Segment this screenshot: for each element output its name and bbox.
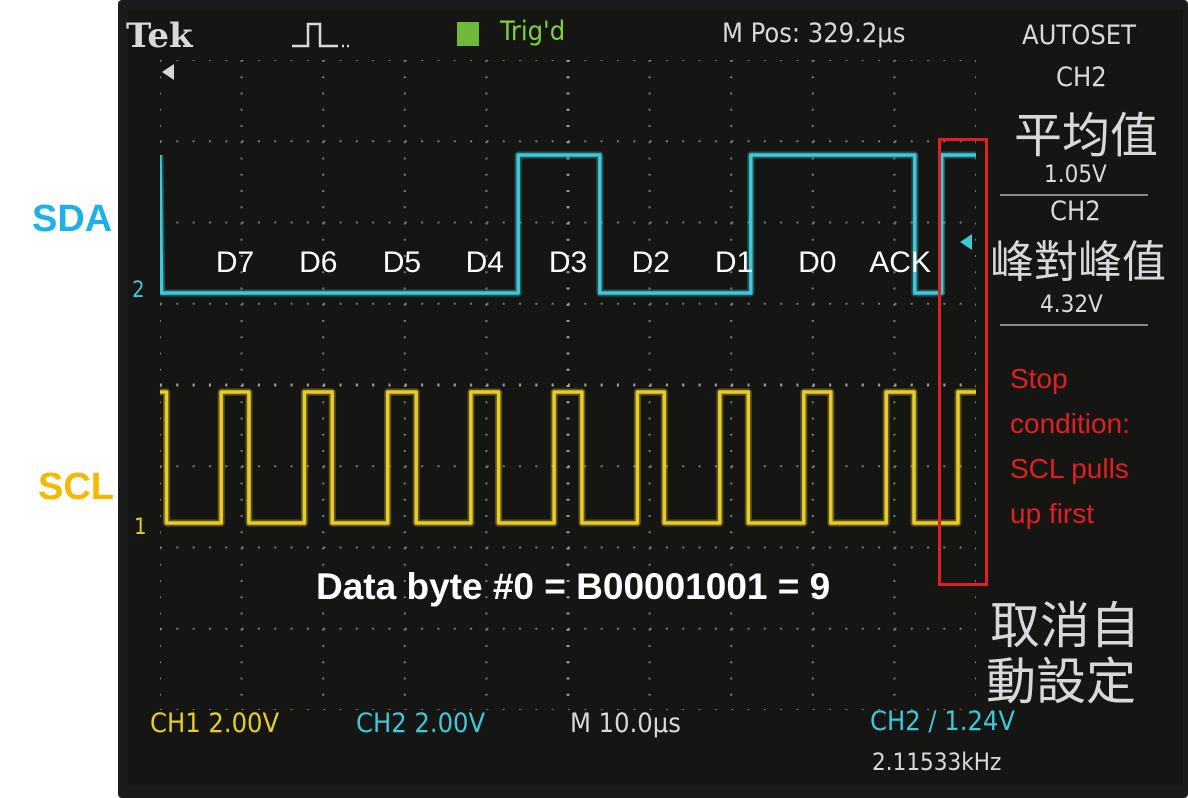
bit-labels: D7 D6 D5 D4 D3 D2 D1 D0 ACK (216, 246, 931, 279)
run-pulse-icon (292, 22, 349, 48)
trigger-icon (457, 22, 479, 46)
bit-label-d3: D3 (549, 246, 587, 279)
trigger-frequency: 2.11533kHz (872, 748, 1002, 776)
cancel-autoset-button-line-2[interactable]: 動設定 (986, 642, 1136, 714)
ch1-scale: CH1 2.00V (150, 708, 280, 739)
byte-summary-label: Data byte #0 = B00001001 = 9 (316, 566, 831, 607)
ch1-ground-marker: 1 (134, 515, 147, 540)
bit-label-d5: D5 (383, 246, 421, 279)
stop-note-line-3: SCL pulls (1010, 453, 1129, 484)
mean-value: 1.05V (1044, 160, 1107, 188)
menu-divider-2 (1000, 324, 1148, 326)
bit-label-ack: ACK (869, 246, 931, 279)
autoset-title: AUTOSET (1022, 20, 1136, 51)
brand-logo: Tek (126, 16, 193, 56)
bit-label-d2: D2 (632, 246, 670, 279)
bit-label-d4: D4 (466, 246, 504, 279)
stop-condition-note: Stop condition: SCL pulls up first (1010, 356, 1130, 536)
stop-note-line-4: up first (1010, 498, 1095, 529)
ch2-ground-marker: 2 (132, 278, 145, 303)
stop-note-line-2: condition: (1010, 408, 1130, 439)
scl-label: SCL (38, 466, 114, 508)
peak-to-peak-value: 4.32V (1040, 290, 1103, 318)
timebase: M 10.0µs (570, 708, 681, 739)
bit-label-d1: D1 (715, 246, 753, 279)
bit-label-d7: D7 (216, 246, 254, 279)
menu-ch2-b[interactable]: CH2 (1050, 196, 1101, 227)
bit-label-d6: D6 (299, 246, 337, 279)
trigger-position-arrow-icon (162, 64, 174, 80)
menu-ch2-a[interactable]: CH2 (1056, 62, 1107, 93)
mean-label[interactable]: 平均值 (1014, 96, 1158, 166)
trace-scl (160, 390, 976, 525)
trace-scl-glow (160, 388, 976, 527)
scope-plot: D7 D6 D5 D4 D3 D2 D1 D0 ACK (160, 60, 976, 710)
sda-label: SDA (32, 198, 113, 240)
stop-note-line-1: Stop (1010, 363, 1068, 394)
ch2-scale: CH2 2.00V (356, 708, 486, 739)
horizontal-position: M Pos: 329.2µs (722, 18, 906, 49)
bit-label-d0: D0 (798, 246, 836, 279)
trigger-status: Trig'd (500, 16, 566, 47)
peak-to-peak-label[interactable]: 峰對峰值 (990, 226, 1166, 290)
stop-condition-box (938, 138, 988, 586)
trigger-setting: CH2 ∕ 1.24V (870, 706, 1015, 737)
